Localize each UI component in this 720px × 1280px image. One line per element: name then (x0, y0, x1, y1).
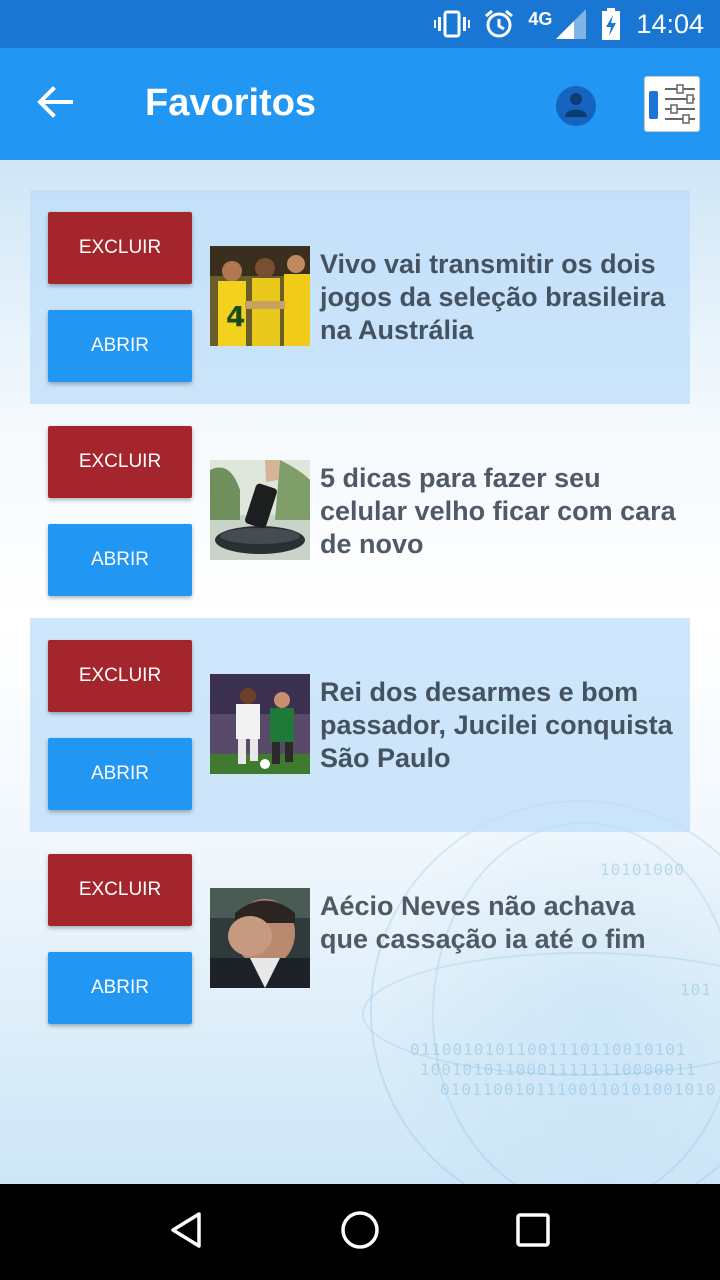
settings-button[interactable] (644, 76, 700, 132)
delete-button[interactable]: EXCLUIR (48, 854, 192, 926)
signal-icon (556, 9, 587, 39)
favorites-list: 01100101011001110110010101 1001010110001… (0, 160, 720, 1184)
user-button[interactable] (556, 86, 596, 126)
delete-button[interactable]: EXCLUIR (48, 640, 192, 712)
battery-charging-icon (600, 8, 622, 40)
nav-home-button[interactable] (330, 1202, 390, 1262)
user-icon (561, 89, 591, 124)
article-headline[interactable]: Rei dos desarmes e bom passador, Jucilei… (320, 676, 680, 775)
article-headline[interactable]: Aécio Neves não achava que cassação ia a… (320, 890, 680, 956)
nav-back-button[interactable] (157, 1202, 217, 1262)
favorite-item: EXCLUIR ABRIR Aécio Neves não achava que… (30, 832, 690, 1046)
settings-sliders-icon (645, 84, 701, 137)
article-thumbnail: 4 (210, 246, 310, 346)
favorite-item: EXCLUIR ABRIR 5 dicas para fazer seu cel… (30, 404, 690, 618)
delete-button[interactable]: EXCLUIR (48, 212, 192, 284)
nav-back-icon (167, 1210, 207, 1255)
app-bar: Favoritos (0, 48, 720, 160)
background-binary: 01011001011100110101001010 (440, 1080, 717, 1099)
network-type: 4G (528, 8, 553, 29)
back-button[interactable] (30, 84, 80, 124)
system-nav-bar (0, 1184, 720, 1280)
page-title: Favoritos (145, 82, 317, 124)
open-button[interactable]: ABRIR (48, 524, 192, 596)
arrow-left-icon (37, 85, 73, 123)
nav-home-icon (339, 1209, 381, 1256)
svg-text:4: 4 (226, 300, 245, 333)
status-time: 14:04 (636, 8, 704, 39)
delete-button[interactable]: EXCLUIR (48, 426, 192, 498)
article-thumbnail (210, 674, 310, 774)
background-binary: 10010101100011111110000011 (420, 1060, 697, 1079)
favorite-item: EXCLUIR ABRIR 4 Vivo vai transmitir os d… (30, 190, 690, 404)
article-thumbnail (210, 460, 310, 560)
nav-recents-button[interactable] (503, 1202, 563, 1262)
nav-recents-icon (515, 1212, 551, 1253)
article-headline[interactable]: 5 dicas para fazer seu celular velho fic… (320, 462, 680, 561)
article-headline[interactable]: Vivo vai transmitir os dois jogos da sel… (320, 248, 680, 347)
open-button[interactable]: ABRIR (48, 310, 192, 382)
alarm-icon (484, 9, 514, 39)
open-button[interactable]: ABRIR (48, 952, 192, 1024)
status-bar: 4G 14:04 (0, 0, 720, 48)
article-thumbnail (210, 888, 310, 988)
favorite-item: EXCLUIR ABRIR Rei dos desarmes e bom pas… (30, 618, 690, 832)
open-button[interactable]: ABRIR (48, 738, 192, 810)
vibrate-icon (434, 10, 471, 38)
